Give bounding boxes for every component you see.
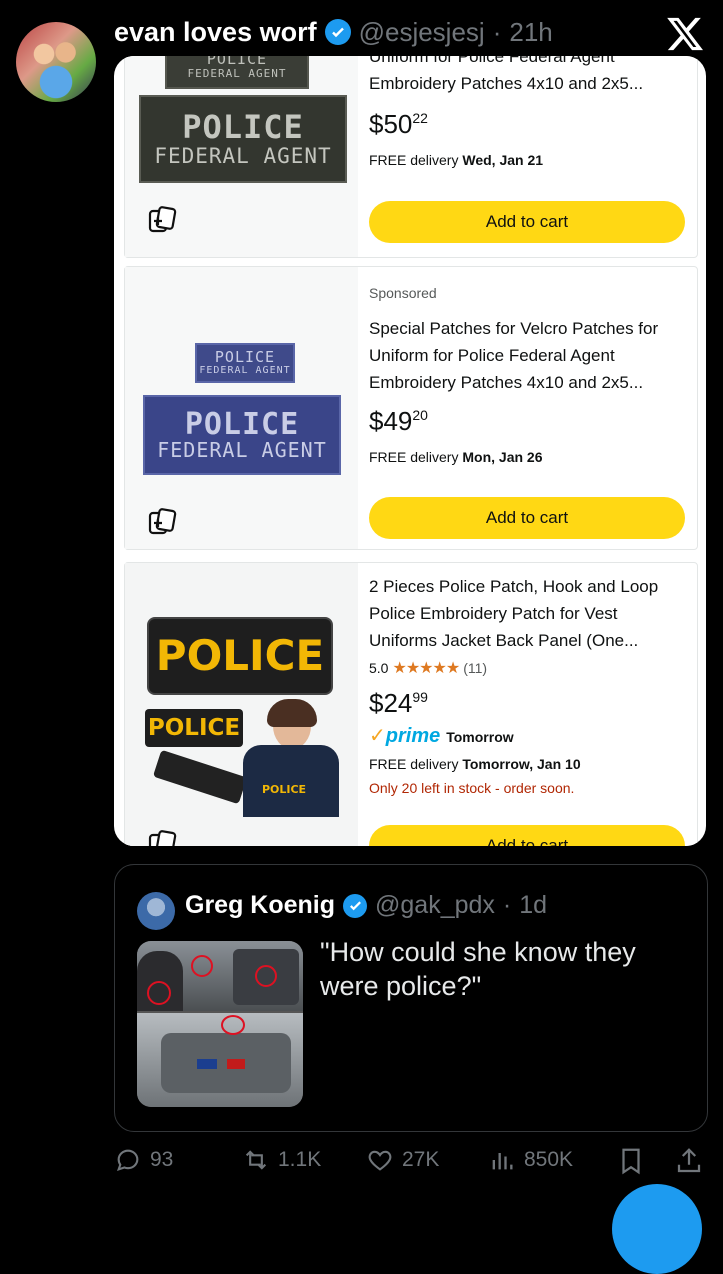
quoted-photo[interactable] <box>137 941 303 1107</box>
officer-photo: POLICE <box>237 699 341 817</box>
dot-separator: · <box>502 891 512 919</box>
views-count: 850K <box>524 1148 574 1171</box>
reply-icon <box>116 1149 139 1171</box>
author-name[interactable]: evan loves worf <box>114 17 317 48</box>
repost-button[interactable]: 1.1K <box>242 1146 321 1174</box>
like-button[interactable]: 27K <box>366 1146 439 1174</box>
quoted-tweet[interactable]: Greg Koenig @gak_pdx · 1d "How could she… <box>114 864 708 1132</box>
tweet-time[interactable]: 21h <box>509 17 552 48</box>
compare-icon[interactable] <box>147 205 177 235</box>
product-card: POLICE FEDERAL AGENT POLICE FEDERAL AGEN… <box>124 56 698 258</box>
dot-separator: · <box>492 16 502 47</box>
quoted-author-handle[interactable]: @gak_pdx <box>375 891 495 920</box>
compare-icon[interactable] <box>147 507 177 537</box>
product-info: Uniform for Police Federal Agent Embroid… <box>369 56 687 168</box>
embedded-screenshot[interactable]: POLICE FEDERAL AGENT POLICE FEDERAL AGEN… <box>114 56 706 846</box>
reply-button[interactable]: 93 <box>114 1146 173 1174</box>
quoted-text: "How could she know they were police?" <box>320 937 636 1001</box>
product-price: $2499 <box>369 688 428 718</box>
x-logo-icon[interactable] <box>665 14 705 54</box>
action-bar: 93 1.1K 27K 850K <box>114 1146 714 1182</box>
product-card: POLICE POLICE POLICE 2 Pieces Police Pat… <box>124 562 698 846</box>
patch-small: POLICE FEDERAL AGENT <box>195 343 295 383</box>
stars-icon: ★★★★★ <box>392 660 460 677</box>
bookmark-icon[interactable] <box>616 1146 646 1176</box>
product-info: 2 Pieces Police Patch, Hook and Loop Pol… <box>369 563 687 796</box>
patch-large: POLICE FEDERAL AGENT <box>143 395 341 475</box>
delivery-info: FREE delivery Wed, Jan 21 <box>369 152 544 168</box>
velcro-strip <box>152 749 248 805</box>
product-title[interactable]: Uniform for Police Federal Agent Embroid… <box>369 56 687 97</box>
author-handle[interactable]: @esjesjesj <box>359 17 485 48</box>
product-info: Sponsored Special Patches for Velcro Pat… <box>369 267 687 465</box>
prime-check-icon: ✓ <box>369 725 386 747</box>
quoted-author-avatar[interactable] <box>137 892 175 930</box>
add-to-cart-button[interactable]: Add to cart <box>369 497 685 539</box>
quoted-time[interactable]: 1d <box>519 891 547 920</box>
add-to-cart-button[interactable]: Add to cart <box>369 201 685 243</box>
product-price: $4920 <box>369 406 428 436</box>
repost-count: 1.1K <box>278 1148 322 1171</box>
views-button[interactable]: 850K <box>488 1146 573 1174</box>
verified-badge-icon <box>343 893 368 918</box>
patch-small: POLICE <box>145 709 243 747</box>
add-to-cart-button[interactable]: Add to cart <box>369 825 685 846</box>
compare-icon[interactable] <box>147 829 177 846</box>
delivery-info: FREE delivery Mon, Jan 26 <box>369 449 543 465</box>
reply-count: 93 <box>150 1148 174 1171</box>
product-price: $5022 <box>369 109 428 139</box>
tweet-header: evan loves worf @esjesjesj · 21h <box>114 14 553 50</box>
like-count: 27K <box>402 1148 440 1171</box>
product-title[interactable]: 2 Pieces Police Patch, Hook and Loop Pol… <box>369 573 687 654</box>
delivery-info: FREE delivery Tomorrow, Jan 10 <box>369 756 581 772</box>
repost-icon <box>245 1150 267 1170</box>
product-image: POLICE POLICE POLICE <box>125 563 358 846</box>
quoted-author-name[interactable]: Greg Koenig <box>185 891 335 920</box>
stock-warning: Only 20 left in stock - order soon. <box>369 780 575 796</box>
patch-big: POLICE <box>147 617 333 695</box>
patch-small: POLICE FEDERAL AGENT <box>165 56 309 89</box>
product-card: POLICE FEDERAL AGENT POLICE FEDERAL AGEN… <box>124 266 698 550</box>
sponsored-label: Sponsored <box>369 285 437 301</box>
views-icon <box>492 1153 513 1170</box>
heart-icon <box>368 1150 392 1171</box>
author-avatar[interactable] <box>16 22 96 102</box>
share-icon[interactable] <box>674 1146 704 1176</box>
quoted-header: Greg Koenig @gak_pdx · 1d <box>185 891 547 920</box>
verified-badge-icon <box>324 19 351 45</box>
prime-badge: ✓ prime Tomorrow <box>369 725 514 747</box>
rating-row[interactable]: 5.0 ★★★★★ (11) <box>369 658 687 678</box>
patch-large: POLICE FEDERAL AGENT <box>139 95 347 183</box>
compose-fab-button[interactable] <box>612 1184 702 1274</box>
product-title[interactable]: Special Patches for Velcro Patches for U… <box>369 315 687 396</box>
